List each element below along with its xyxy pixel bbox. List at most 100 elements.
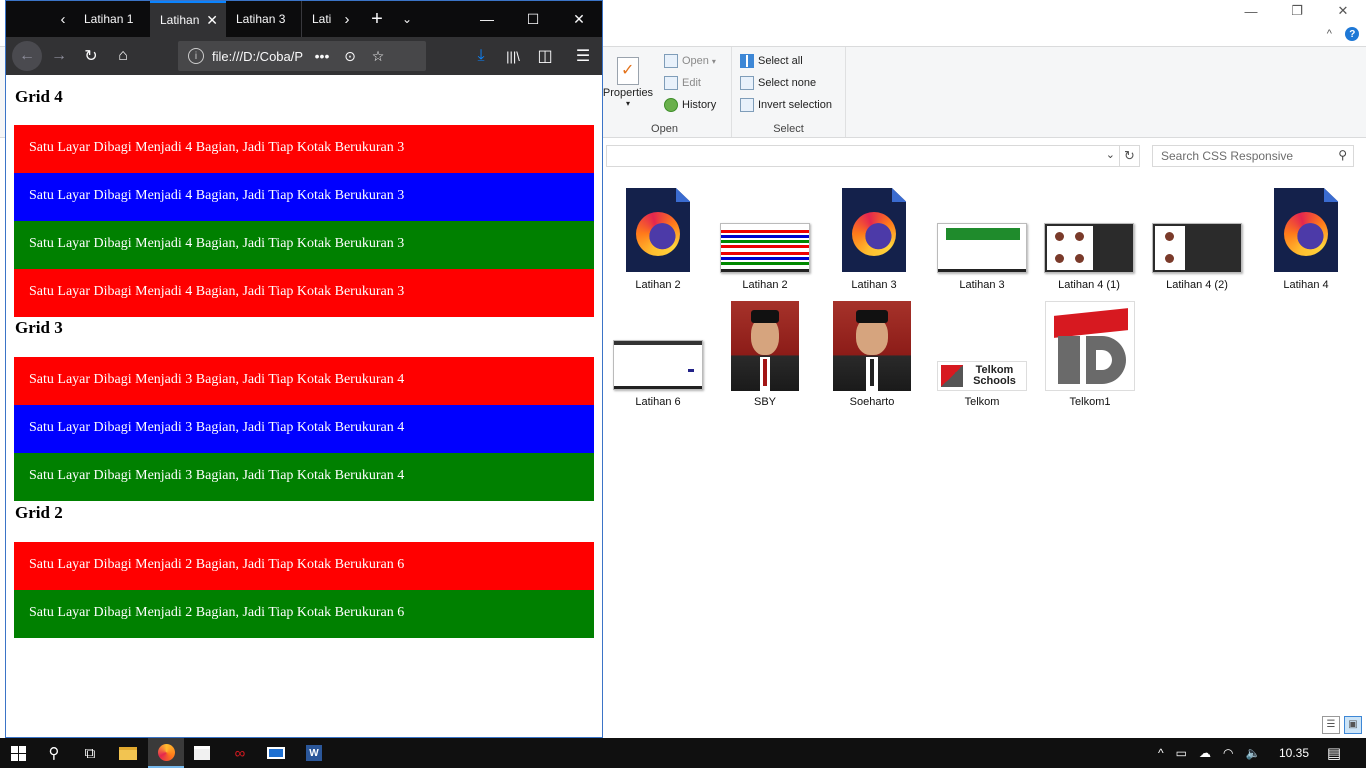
tab-latihan-3[interactable]: Latihan 3 [226,1,302,37]
wifi-icon[interactable]: ◠ [1223,746,1233,760]
grid-3-heading: Grid 3 [15,318,63,337]
invert-selection-icon [740,98,754,112]
clock[interactable]: 10.35 [1276,738,1312,768]
invert-selection-button[interactable]: Invert selection [740,95,832,115]
file-item[interactable]: Latihan 3 [930,223,1034,291]
library-icon[interactable]: |||\ [498,41,528,71]
battery-icon[interactable]: ▭ [1176,746,1187,760]
open-button[interactable]: Open ▾ [664,51,716,71]
grid-box: Satu Layar Dibagi Menjadi 4 Bagian, Jadi… [14,125,594,173]
file-name: Latihan 3 [851,279,897,291]
screen-app-icon[interactable] [258,738,294,768]
file-item[interactable]: Telkom1 [1038,301,1142,408]
large-icons-view-icon[interactable]: ▣ [1344,716,1362,734]
tab-latihan-partial[interactable]: Lati [302,1,334,37]
scroll-tabs-left-icon[interactable]: ‹ [50,1,76,37]
tab-bar: ‹ Latihan 1 Latihan ✕ Latihan 3 Lati › +… [6,1,602,37]
telkom-logo-thumbnail [1045,301,1135,391]
pocket-icon[interactable]: ⊙ [336,48,364,65]
file-item[interactable]: Latihan 4 [1254,188,1358,291]
ribbon-group-select: Select all Select none Invert selection … [732,47,846,137]
windows-logo-icon [10,745,26,761]
search-input[interactable]: Search CSS Responsive ⚲ [1152,145,1354,167]
start-button[interactable] [0,738,36,768]
collapse-ribbon-icon[interactable]: ^ [1327,28,1332,40]
file-explorer-icon[interactable] [110,738,146,768]
info-icon[interactable]: i [188,48,204,64]
bookmark-star-icon[interactable]: ☆ [364,48,392,65]
download-icon[interactable]: ⤓ [466,41,496,71]
file-item[interactable]: Latihan 4 (2) [1145,223,1249,291]
action-center-icon[interactable]: ▤ [1316,738,1352,768]
select-all-button[interactable]: Select all [740,51,803,71]
url-bar[interactable]: i file:///D:/Coba/P ••• ⊙ ☆ [178,41,426,71]
sidebar-icon[interactable]: ◫ [530,41,560,71]
tab-latihan-active[interactable]: Latihan ✕ [150,1,226,37]
file-item[interactable]: Latihan 2 [713,223,817,291]
hamburger-menu-icon[interactable]: ☰ [568,41,598,71]
chevron-down-icon[interactable]: ⌄ [394,1,420,37]
file-item[interactable]: Latihan 3 [822,188,926,291]
file-item[interactable]: SBY [713,301,817,408]
new-tab-icon[interactable]: + [364,1,390,37]
refresh-icon[interactable]: ↻ [1120,145,1140,167]
show-hidden-icons-icon[interactable]: ^ [1158,746,1164,760]
file-item[interactable]: Telkom Schools Telkom [930,361,1034,408]
edit-icon [664,76,678,90]
url-text[interactable]: file:///D:/Coba/P [212,49,308,64]
grid-box: Satu Layar Dibagi Menjadi 2 Bagian, Jadi… [14,590,594,638]
firefox-taskbar-icon[interactable] [148,738,184,768]
select-all-icon [740,54,754,68]
file-name: Latihan 4 (1) [1058,279,1120,291]
close-icon[interactable]: ✕ [1320,0,1366,22]
chevron-down-icon[interactable]: ⌄ [1106,148,1115,161]
forward-arrow-icon[interactable]: → [44,41,74,71]
invert-selection-label: Invert selection [758,99,832,111]
onedrive-cloud-icon[interactable]: ☁ [1199,746,1211,760]
recorder-icon[interactable]: ∞ [222,738,258,768]
scroll-tabs-right-icon[interactable]: › [334,1,360,37]
file-name: Latihan 2 [635,279,681,291]
address-bar[interactable]: ⌄ [606,145,1120,167]
file-item[interactable]: Latihan 4 (1) [1037,223,1141,291]
history-icon [664,98,678,112]
edit-label: Edit [682,77,701,89]
help-icon[interactable]: ? [1345,27,1360,41]
back-arrow-icon[interactable]: ← [12,41,42,71]
view-toggle: ☰ ▣ [1322,716,1362,734]
maximize-icon[interactable]: ☐ [510,1,556,37]
file-item[interactable]: Latihan 6 [606,340,710,408]
restore-icon[interactable]: ❐ [1274,0,1320,22]
properties-label: Properties [602,87,654,99]
close-tab-icon[interactable]: ✕ [206,12,218,29]
open-label: Open [682,55,709,67]
tab-latihan-1[interactable]: Latihan 1 [74,1,150,37]
volume-icon[interactable]: 🔈 [1245,746,1260,760]
select-none-button[interactable]: Select none [740,73,816,93]
chevron-down-icon: ▾ [711,56,716,66]
screenshot-thumbnail [613,340,703,390]
home-icon[interactable]: ⌂ [108,41,138,71]
file-name: Latihan 4 (2) [1166,279,1228,291]
history-button[interactable]: History [664,95,716,115]
photo-thumbnail [833,301,911,391]
close-icon[interactable]: ✕ [556,1,602,37]
grid-4-heading: Grid 4 [15,87,63,106]
history-label: History [682,99,717,111]
edit-button[interactable]: Edit [664,73,701,93]
minimize-icon[interactable]: — [1228,0,1274,22]
reload-icon[interactable]: ↻ [76,41,106,71]
file-name: Telkom1 [1069,396,1111,408]
search-icon[interactable]: ⚲ [36,738,72,768]
file-item[interactable]: Soeharto [820,301,924,408]
page-actions-icon[interactable]: ••• [308,48,336,64]
task-view-icon[interactable]: ⧉ [72,738,108,768]
minimize-icon[interactable]: — [464,1,510,37]
properties-button[interactable]: Properties ▾ [602,53,654,115]
store-icon[interactable] [184,738,220,768]
grid-2-heading: Grid 2 [15,503,63,522]
file-item[interactable]: Latihan 2 [606,188,710,291]
details-view-icon[interactable]: ☰ [1322,716,1340,734]
word-icon[interactable]: W [296,738,332,768]
page-content: Grid 4 Satu Layar Dibagi Menjadi 4 Bagia… [6,75,602,737]
